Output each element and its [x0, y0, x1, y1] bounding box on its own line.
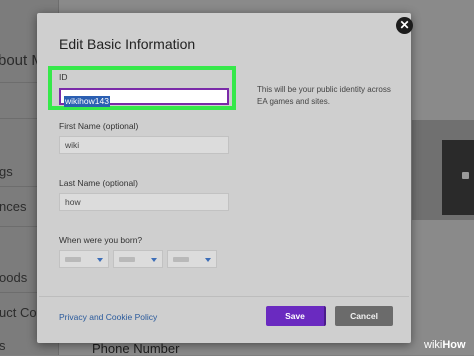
footer-divider — [39, 296, 409, 297]
birth-day-select[interactable] — [113, 250, 163, 268]
chevron-down-icon — [97, 258, 103, 262]
save-button[interactable]: Save — [266, 306, 326, 326]
background-menu-item: gs — [0, 164, 13, 179]
id-hint-text: This will be your public identity across… — [257, 85, 391, 106]
last-name-label: Last Name (optional) — [59, 178, 138, 188]
chevron-down-icon — [151, 258, 157, 262]
modal-title: Edit Basic Information — [59, 36, 196, 52]
birth-year-select[interactable] — [167, 250, 217, 268]
select-value-placeholder — [119, 257, 135, 262]
birth-month-select[interactable] — [59, 250, 109, 268]
background-menu-item: s — [0, 338, 6, 353]
wikihow-watermark: wikiHow — [424, 339, 466, 351]
background-menu-item: oods — [0, 270, 28, 285]
chevron-down-icon — [205, 258, 211, 262]
background-menu-item: uct Co — [0, 305, 37, 320]
cancel-button[interactable]: Cancel — [335, 306, 393, 326]
background-phone-label: Phone Number — [92, 341, 180, 356]
last-name-input[interactable]: how — [59, 193, 229, 211]
first-name-input[interactable]: wiki — [59, 136, 229, 154]
id-input-value: wikihow143 — [64, 96, 110, 107]
first-name-label: First Name (optional) — [59, 121, 139, 131]
select-value-placeholder — [173, 257, 189, 262]
background-menu-item: nces — [0, 199, 27, 214]
id-label: ID — [59, 72, 68, 82]
id-input[interactable]: wikihow143 — [59, 88, 229, 107]
privacy-cookie-link[interactable]: Privacy and Cookie Policy — [59, 312, 157, 322]
select-value-placeholder — [65, 257, 81, 262]
birthday-label: When were you born? — [59, 235, 143, 245]
close-icon[interactable]: ✕ — [396, 17, 413, 34]
background-image-tile — [442, 140, 474, 215]
